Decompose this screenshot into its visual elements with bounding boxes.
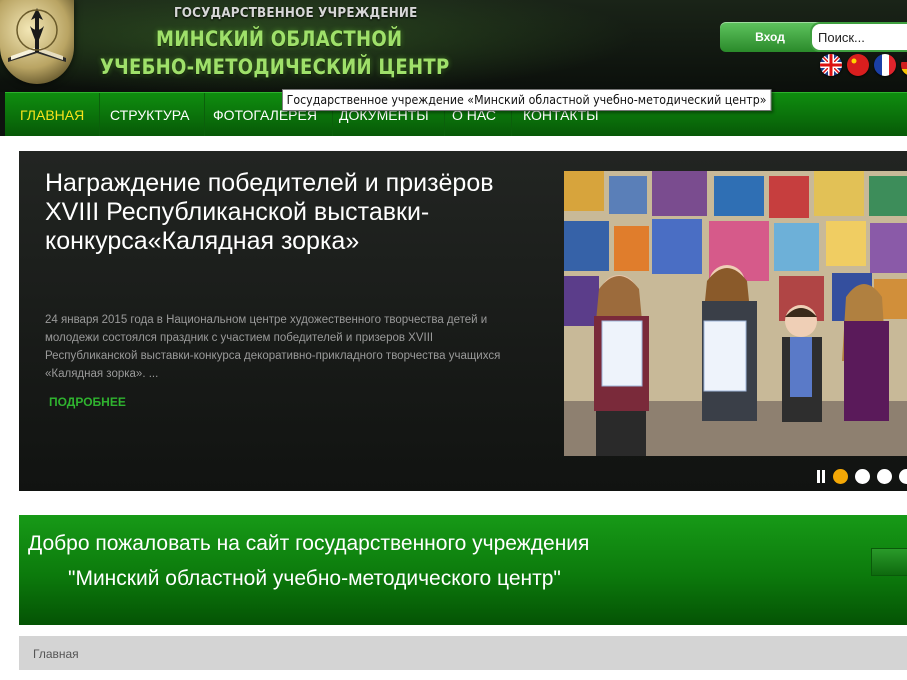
chinese-flag-icon[interactable] xyxy=(847,54,869,76)
breadcrumb: Главная xyxy=(19,636,907,670)
slider-dot-4[interactable] xyxy=(899,469,907,484)
welcome-line1: Добро пожаловать на сайт государственног… xyxy=(28,532,590,555)
site-logo[interactable] xyxy=(0,0,74,84)
english-flag-icon[interactable] xyxy=(820,54,842,76)
search-input[interactable]: Поиск... xyxy=(810,22,907,52)
logo-tooltip: Государственное учреждение «Минский обла… xyxy=(282,89,772,111)
nav-item-structure[interactable]: СТРУКТУРА xyxy=(95,93,206,137)
emblem-icon xyxy=(8,8,66,62)
login-button[interactable]: Вход xyxy=(720,22,820,52)
org-name-line1: МИНСКИЙ ОБЛАСТНОЙ xyxy=(156,27,403,51)
german-flag-icon[interactable] xyxy=(901,54,907,76)
slider-dot-2[interactable] xyxy=(855,469,870,484)
site-header: ГОСУДАРСТВЕННОЕ УЧРЕЖДЕНИЕ МИНСКИЙ ОБЛАС… xyxy=(0,0,907,92)
slide-text: 24 января 2015 года в Национальном центр… xyxy=(45,314,501,380)
welcome-line2: "Минский областной учебно-методического … xyxy=(68,567,561,590)
slider-dot-3[interactable] xyxy=(877,469,892,484)
welcome-banner: Добро пожаловать на сайт государственног… xyxy=(19,515,907,625)
news-slider: Награждение победителей и призёров XVIII… xyxy=(19,151,907,491)
award-photo-image xyxy=(564,171,907,456)
org-type: ГОСУДАРСТВЕННОЕ УЧРЕЖДЕНИЕ xyxy=(174,6,418,21)
french-flag-icon[interactable] xyxy=(874,54,896,76)
breadcrumb-home[interactable]: Главная xyxy=(33,647,79,661)
read-more-link[interactable]: ПОДРОБНЕЕ xyxy=(49,395,126,409)
pause-icon[interactable] xyxy=(816,470,826,484)
nav-item-home[interactable]: ГЛАВНАЯ xyxy=(5,93,101,137)
welcome-side-button[interactable] xyxy=(871,548,907,576)
org-name-line2: УЧЕБНО-МЕТОДИЧЕСКИЙ ЦЕНТР xyxy=(100,55,450,79)
slide-title[interactable]: Награждение победителей и призёров XVIII… xyxy=(45,169,535,256)
slider-dot-1[interactable] xyxy=(833,469,848,484)
slide-photo[interactable] xyxy=(564,171,907,456)
